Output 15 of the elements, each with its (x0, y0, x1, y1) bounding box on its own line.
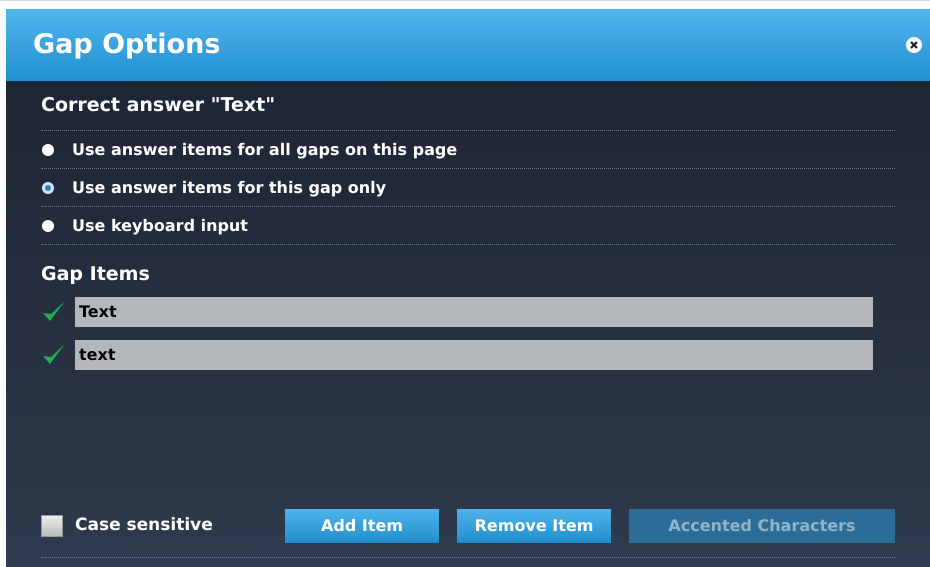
case-sensitive-checkbox[interactable]: Case sensitive (41, 512, 285, 538)
checkbox-icon (41, 514, 63, 536)
radio-option[interactable]: Use answer items for this gap only (41, 169, 895, 207)
option-label: Use answer items for all gaps on this page (72, 138, 458, 160)
option-label: Use answer items for this gap only (72, 176, 386, 198)
window-title: Gap Options (33, 28, 220, 62)
radio-option[interactable]: Use keyboard input (41, 207, 895, 245)
option-label: Use keyboard input (72, 214, 248, 236)
input-field[interactable]: text (75, 340, 873, 370)
close-button[interactable] (906, 37, 922, 53)
close-icon (909, 40, 919, 50)
section-title: Gap Items (41, 262, 151, 287)
input-field[interactable]: Text (75, 296, 873, 326)
radio-option[interactable]: Use answer items for all gaps on this page (41, 131, 895, 169)
section-title: Correct answer "Text" (41, 93, 276, 118)
